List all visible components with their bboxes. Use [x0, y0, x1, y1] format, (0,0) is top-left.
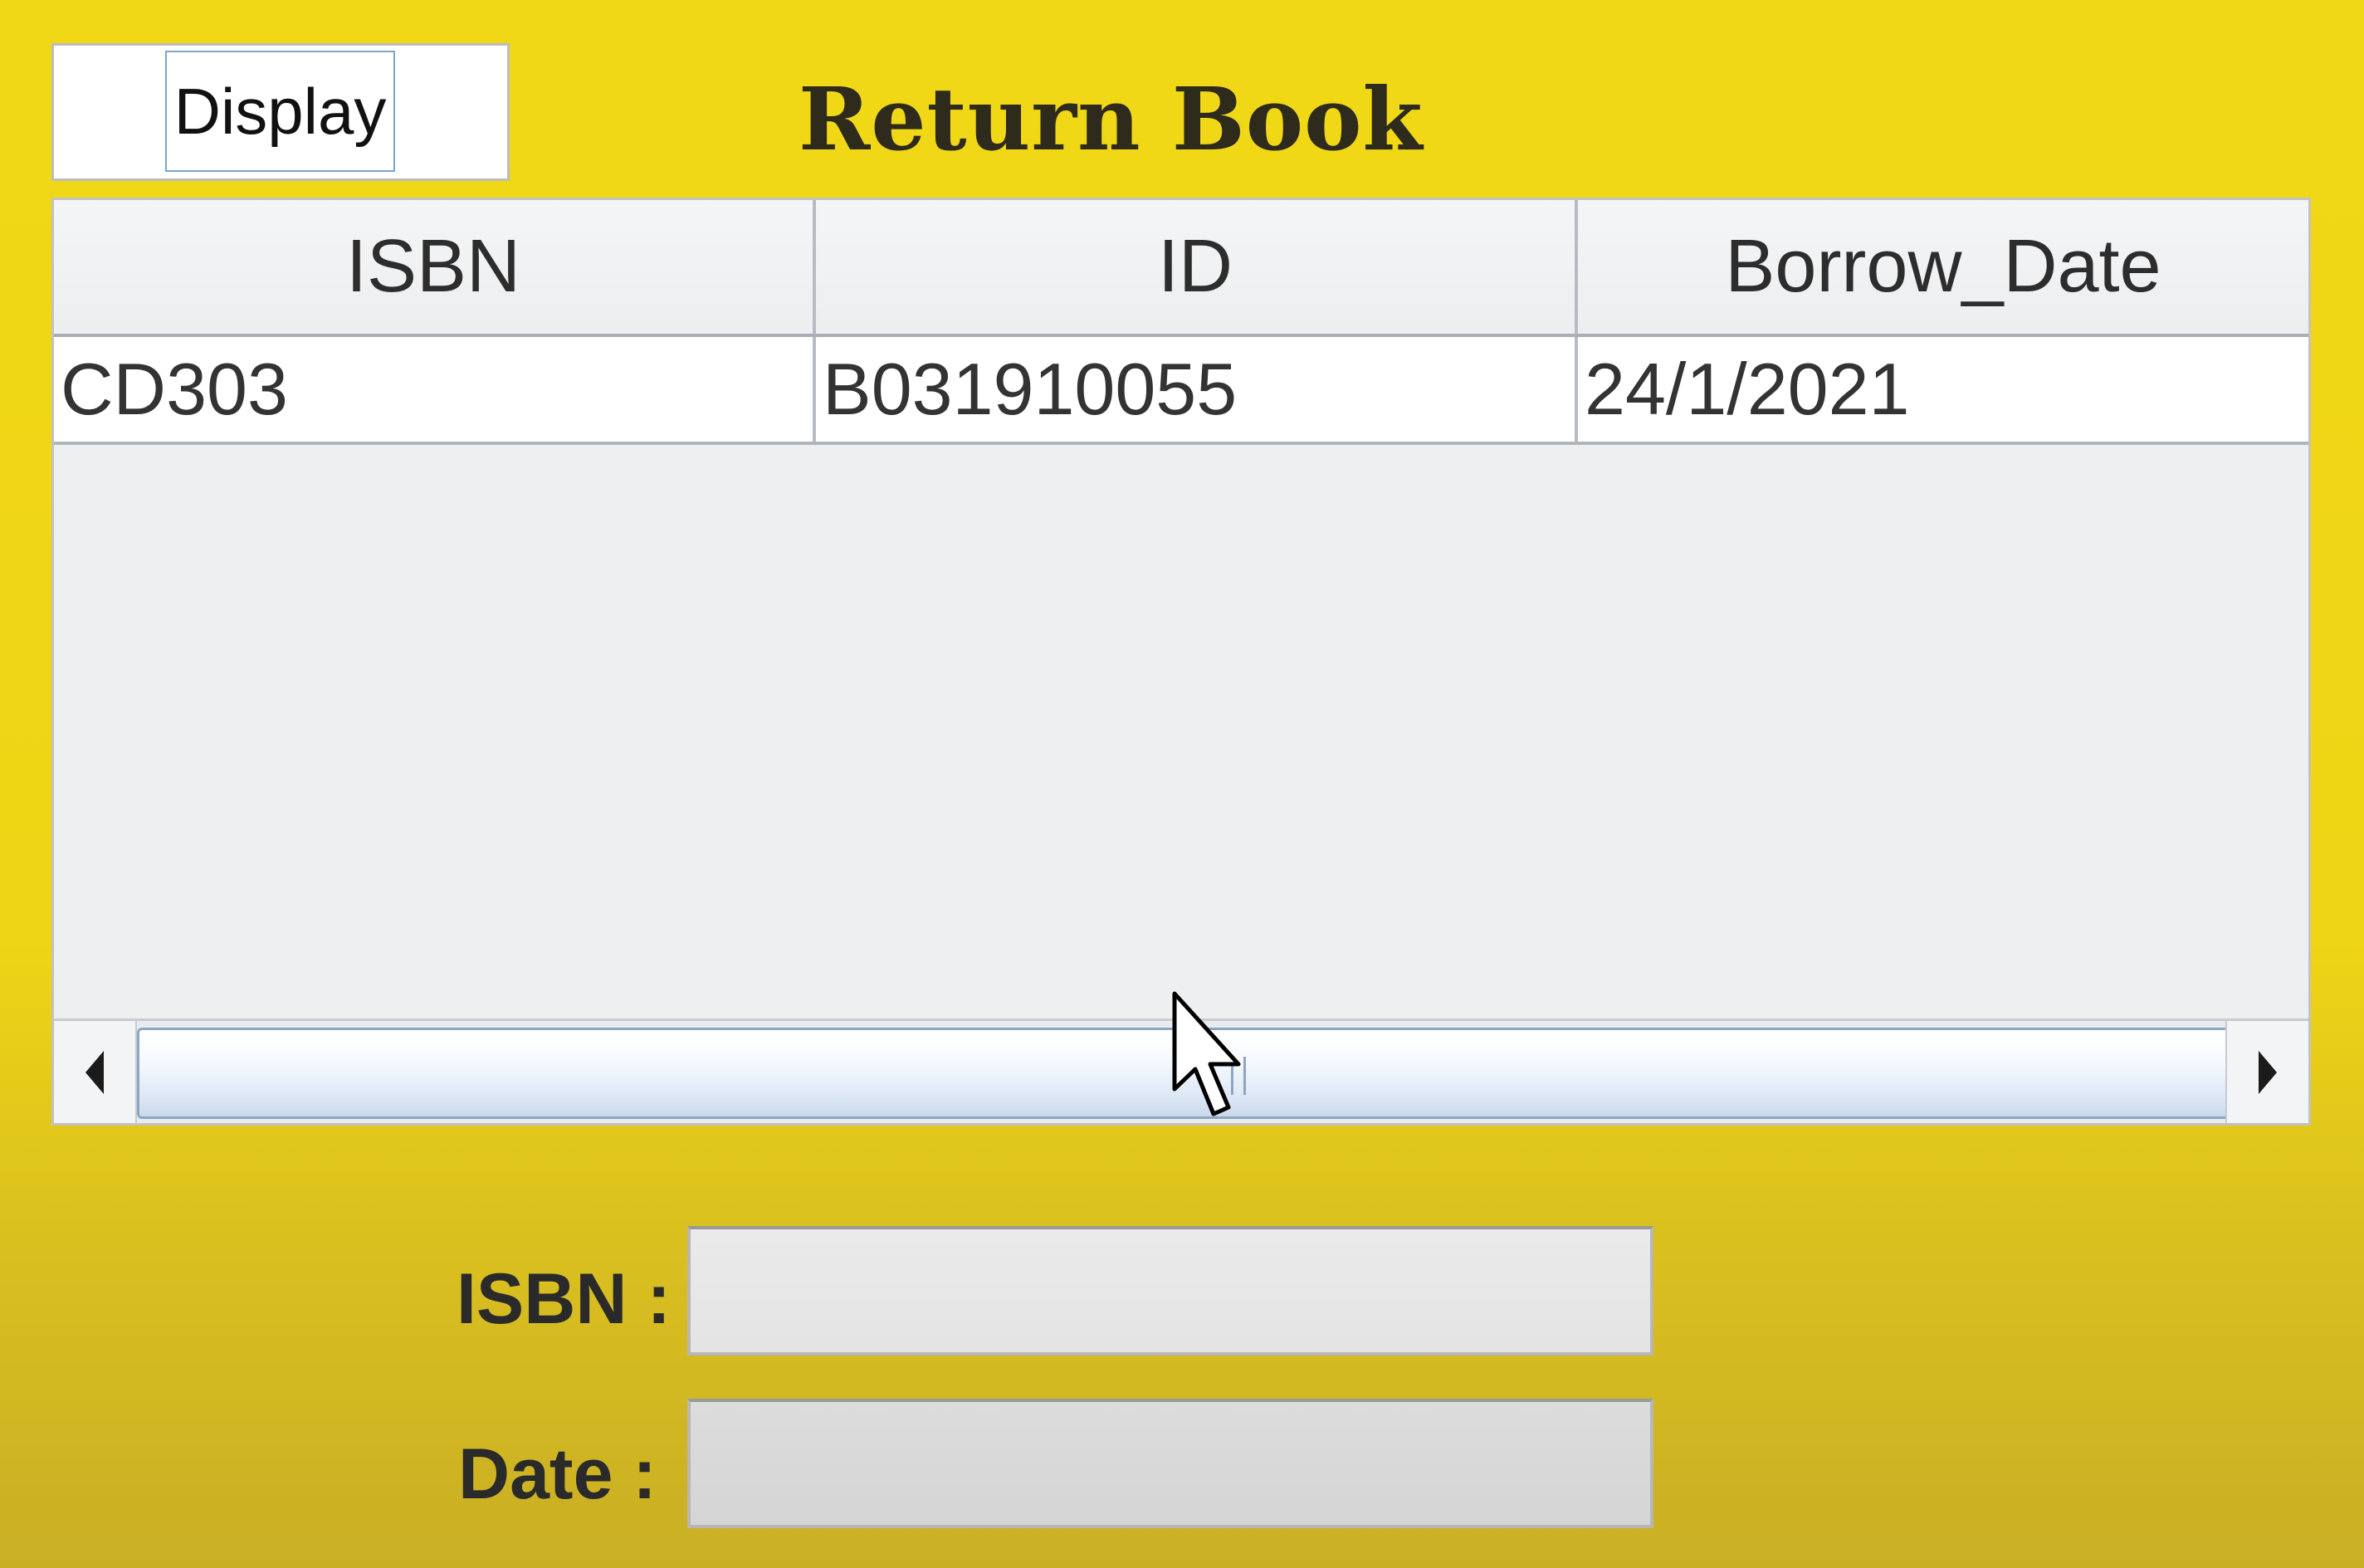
table-row[interactable]: CD303 B031910055 24/1/2021 [54, 337, 2308, 445]
column-header-id[interactable]: ID [816, 200, 1578, 334]
date-label: Date : [458, 1434, 657, 1514]
scroll-thumb[interactable] [137, 1028, 2230, 1119]
triangle-left-icon [85, 1050, 104, 1094]
scroll-left-button[interactable] [54, 1021, 137, 1123]
horizontal-scrollbar[interactable] [54, 1018, 2308, 1123]
cell-id[interactable]: B031910055 [816, 337, 1578, 442]
table-header: ISBN ID Borrow_Date [54, 200, 2308, 337]
triangle-right-icon [2259, 1050, 2277, 1094]
borrow-table-panel: ISBN ID Borrow_Date CD303 B031910055 24/… [51, 198, 2311, 1126]
display-button-container: Display [51, 43, 510, 181]
column-header-borrow-date[interactable]: Borrow_Date [1578, 200, 2308, 334]
page-title: Return Book [799, 68, 1424, 170]
display-button[interactable]: Display [165, 51, 395, 172]
cell-borrow-date[interactable]: 24/1/2021 [1578, 337, 2308, 442]
isbn-input[interactable] [687, 1226, 1653, 1356]
isbn-label: ISBN : [457, 1259, 671, 1339]
thumb-grip-icon [1231, 1057, 1246, 1095]
cell-isbn[interactable]: CD303 [54, 337, 816, 442]
date-input[interactable] [687, 1399, 1653, 1528]
scroll-right-button[interactable] [2225, 1021, 2308, 1123]
column-header-isbn[interactable]: ISBN [54, 200, 816, 334]
